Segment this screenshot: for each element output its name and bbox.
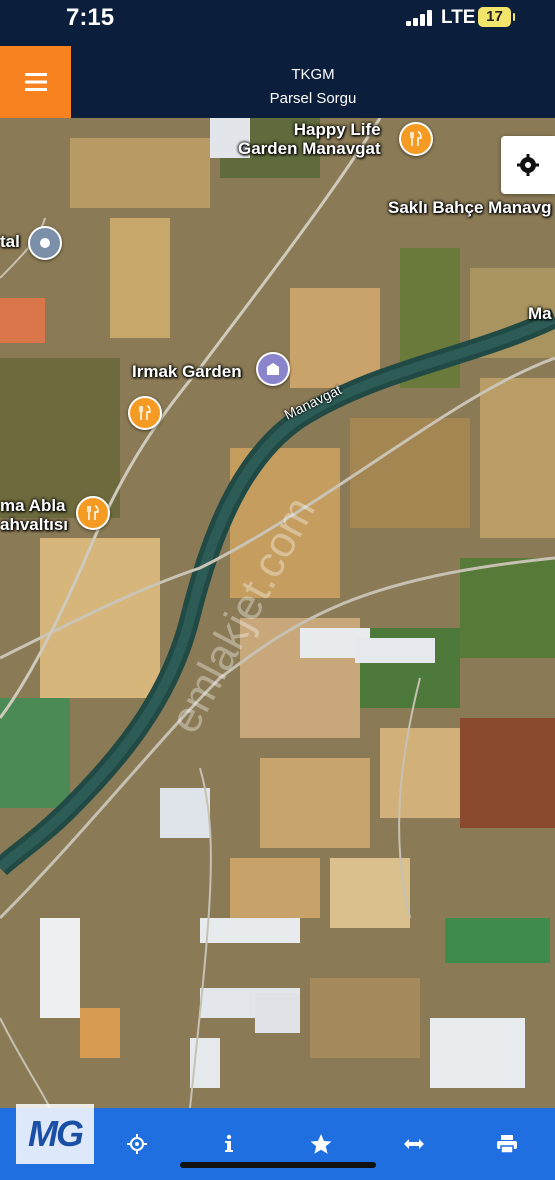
map-terrain <box>0 118 555 1108</box>
menu-button[interactable] <box>0 46 71 118</box>
place-pin-icon[interactable] <box>256 352 290 386</box>
poi-label-sakli-bahce: Saklı Bahçe Manavg <box>388 198 552 217</box>
arrows-horizontal-icon <box>404 1139 424 1149</box>
status-bar: 7:15 LTE 17 <box>0 0 555 46</box>
restaurant-pin-icon[interactable] <box>399 122 433 156</box>
logo-text: MG <box>28 1113 84 1154</box>
map-settings-button[interactable] <box>501 136 555 194</box>
app-logo: MG <box>16 1104 94 1164</box>
network-type: LTE <box>441 7 476 28</box>
battery-icon: 17 <box>478 7 515 27</box>
header-title: TKGM <box>291 66 335 83</box>
signal-strength-icon <box>406 10 434 26</box>
poi-label-tal: tal <box>0 232 20 251</box>
home-indicator <box>180 1162 376 1168</box>
star-icon <box>310 1134 332 1154</box>
info-button[interactable] <box>207 1122 251 1166</box>
restaurant-pin-icon[interactable] <box>128 396 162 430</box>
status-time: 7:15 <box>66 4 115 31</box>
poi-label-abla: ma Abla ahvaltısı <box>0 496 69 534</box>
info-icon <box>225 1134 233 1152</box>
locate-button[interactable] <box>115 1122 159 1166</box>
restaurant-pin-icon[interactable] <box>76 496 110 530</box>
header-subtitle: Parsel Sorgu <box>269 90 357 107</box>
satellite-map[interactable]: emlakjet.com Happy Life Garden Manavgat … <box>0 118 555 1108</box>
hamburger-icon <box>24 73 47 91</box>
poi-label-irmak-garden: Irmak Garden <box>132 362 242 381</box>
favorite-button[interactable] <box>299 1122 343 1166</box>
poi-label-happy-life: Happy Life Garden Manavgat <box>238 120 381 158</box>
crosshair-icon <box>127 1134 147 1154</box>
location-pin-icon[interactable] <box>28 226 62 260</box>
print-button[interactable] <box>485 1122 529 1166</box>
poi-label-ma: Ma <box>528 304 552 323</box>
printer-icon <box>497 1135 517 1154</box>
measure-button[interactable] <box>392 1122 436 1166</box>
app-header: TKGM Parsel Sorgu <box>0 46 555 118</box>
gear-icon <box>517 154 539 176</box>
